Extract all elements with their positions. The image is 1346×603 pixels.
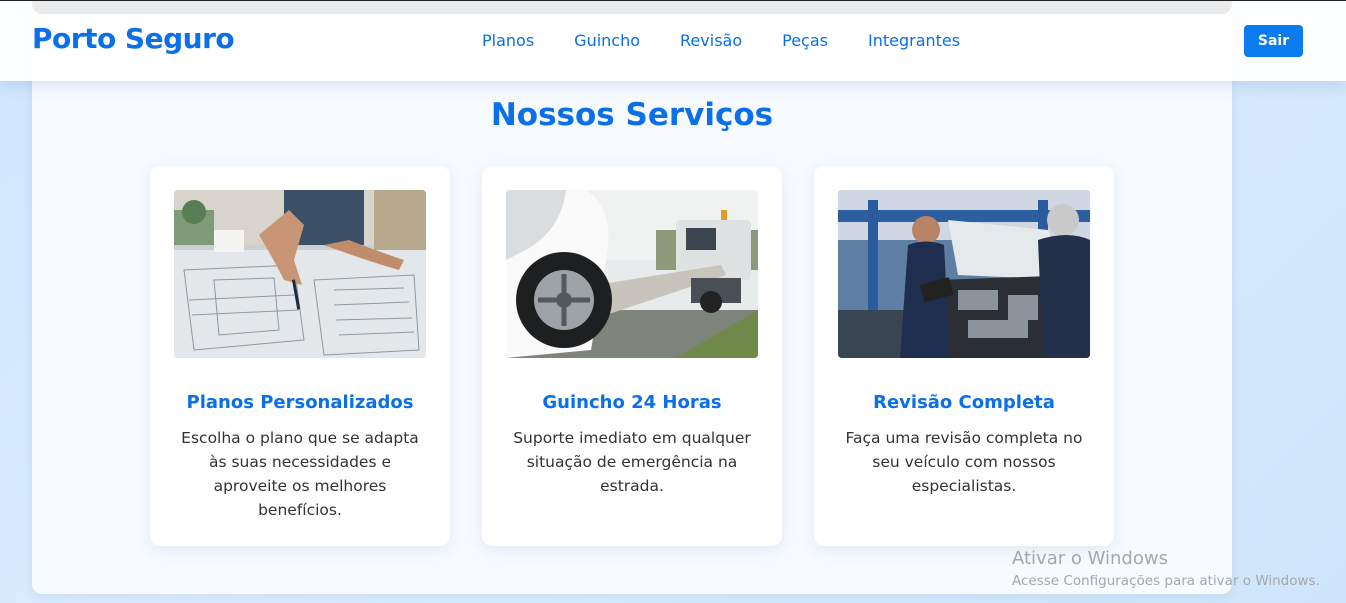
window-top-border xyxy=(0,0,1346,1)
brand-logo[interactable]: Porto Seguro xyxy=(32,22,235,55)
nav-guincho[interactable]: Guincho xyxy=(574,31,640,50)
nav-pecas[interactable]: Peças xyxy=(782,31,828,50)
blueprint-planning-photo xyxy=(174,190,426,358)
nav-integrantes[interactable]: Integrantes xyxy=(868,31,960,50)
card-description: Faça uma revisão completa no seu veículo… xyxy=(845,429,1083,495)
card-title: Guincho 24 Horas xyxy=(542,392,722,413)
panel-top-edge xyxy=(32,0,1232,14)
nav-planos[interactable]: Planos xyxy=(482,31,534,50)
card-description: Escolha o plano que se adapta às suas ne… xyxy=(181,429,419,519)
service-card-planos[interactable]: Planos Personalizados Escolha o plano qu… xyxy=(150,166,450,546)
nav-revisao[interactable]: Revisão xyxy=(680,31,742,50)
tow-truck-photo xyxy=(506,190,758,358)
logout-button[interactable]: Sair xyxy=(1244,25,1303,57)
card-description: Suporte imediato em qualquer situação de… xyxy=(513,429,751,495)
service-card-guincho[interactable]: Guincho 24 Horas Suporte imediato em qua… xyxy=(482,166,782,546)
service-card-revisao[interactable]: Revisão Completa Faça uma revisão comple… xyxy=(814,166,1114,546)
card-title: Planos Personalizados xyxy=(186,392,414,413)
section-title: Nossos Serviços xyxy=(490,97,774,133)
windows-activation-watermark: Ativar o Windows Acesse Configurações pa… xyxy=(1012,548,1320,589)
card-title: Revisão Completa xyxy=(873,392,1055,413)
main-nav: Planos Guincho Revisão Peças Integrantes xyxy=(482,31,1000,50)
mechanics-engine-photo xyxy=(838,190,1090,358)
watermark-subtitle: Acesse Configurações para ativar o Windo… xyxy=(1012,573,1320,589)
watermark-title: Ativar o Windows xyxy=(1012,548,1168,569)
